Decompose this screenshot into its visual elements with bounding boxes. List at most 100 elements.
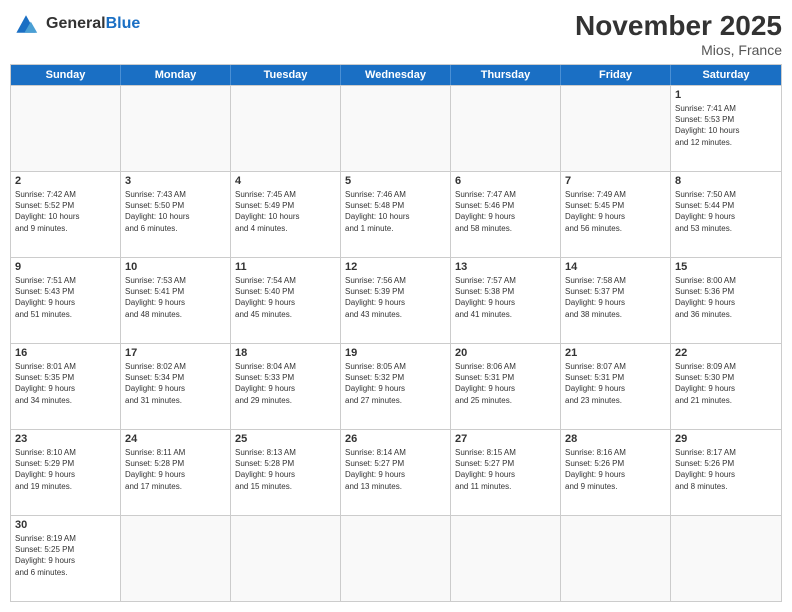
day-cell: 24Sunrise: 8:11 AM Sunset: 5:28 PM Dayli… [121,430,231,515]
day-number: 3 [125,175,226,187]
day-cell: 11Sunrise: 7:54 AM Sunset: 5:40 PM Dayli… [231,258,341,343]
day-info: Sunrise: 7:43 AM Sunset: 5:50 PM Dayligh… [125,189,226,234]
day-info: Sunrise: 7:53 AM Sunset: 5:41 PM Dayligh… [125,275,226,320]
day-info: Sunrise: 8:00 AM Sunset: 5:36 PM Dayligh… [675,275,777,320]
week-row: 2Sunrise: 7:42 AM Sunset: 5:52 PM Daylig… [11,171,781,257]
day-cell: 3 Sunrise: 7:43 AM Sunset: 5:50 PM Daylig… [121,172,231,257]
day-info: Sunrise: 8:11 AM Sunset: 5:28 PM Dayligh… [125,447,226,492]
day-cell [671,516,781,601]
day-cell: 13 Sunrise: 7:57 AM Sunset: 5:38 PM Dayli… [451,258,561,343]
day-number: 17 [125,347,226,359]
logo-text: GeneralBlue [46,15,140,33]
day-number: 23 [15,433,116,445]
week-row: 23 Sunrise: 8:10 AM Sunset: 5:29 PM Dayli… [11,429,781,515]
day-cell: 28 Sunrise: 8:16 AM Sunset: 5:26 PM Dayli… [561,430,671,515]
location: Mios, France [575,42,782,58]
header: GeneralBlue November 2025 Mios, France [10,10,782,58]
day-number: 5 [345,175,446,187]
day-info: Sunrise: 7:58 AM Sunset: 5:37 PM Dayligh… [565,275,666,320]
day-info: Sunrise: 8:09 AM Sunset: 5:30 PM Dayligh… [675,361,777,406]
day-number: 19 [345,347,446,359]
week-row: 30Sunrise: 8:19 AM Sunset: 5:25 PM Dayli… [11,515,781,601]
day-number: 25 [235,433,336,445]
week-row: 16Sunrise: 8:01 AM Sunset: 5:35 PM Dayli… [11,343,781,429]
day-info: Sunrise: 7:49 AM Sunset: 5:45 PM Dayligh… [565,189,666,234]
day-number: 4 [235,175,336,187]
day-cell [121,516,231,601]
day-info: Sunrise: 8:10 AM Sunset: 5:29 PM Dayligh… [15,447,116,492]
day-info: Sunrise: 7:46 AM Sunset: 5:48 PM Dayligh… [345,189,446,234]
month-title: November 2025 [575,10,782,42]
day-header: Monday [121,65,231,85]
week-row: 1Sunrise: 7:41 AM Sunset: 5:53 PM Daylig… [11,85,781,171]
day-cell: 5 Sunrise: 7:46 AM Sunset: 5:48 PM Daylig… [341,172,451,257]
day-info: Sunrise: 8:17 AM Sunset: 5:26 PM Dayligh… [675,447,777,492]
day-number: 28 [565,433,666,445]
day-header: Thursday [451,65,561,85]
day-number: 8 [675,175,777,187]
day-number: 11 [235,261,336,273]
day-cell: 29 Sunrise: 8:17 AM Sunset: 5:26 PM Dayli… [671,430,781,515]
day-number: 30 [15,519,116,531]
day-cell: 12 Sunrise: 7:56 AM Sunset: 5:39 PM Dayli… [341,258,451,343]
day-cell: 26Sunrise: 8:14 AM Sunset: 5:27 PM Dayli… [341,430,451,515]
day-cell [451,516,561,601]
day-number: 29 [675,433,777,445]
day-info: Sunrise: 7:56 AM Sunset: 5:39 PM Dayligh… [345,275,446,320]
day-header: Saturday [671,65,781,85]
day-number: 2 [15,175,116,187]
day-cell: 6 Sunrise: 7:47 AM Sunset: 5:46 PM Daylig… [451,172,561,257]
calendar: SundayMondayTuesdayWednesdayThursdayFrid… [10,64,782,602]
day-cell: 21Sunrise: 8:07 AM Sunset: 5:31 PM Dayli… [561,344,671,429]
day-cell: 2Sunrise: 7:42 AM Sunset: 5:52 PM Daylig… [11,172,121,257]
day-info: Sunrise: 8:04 AM Sunset: 5:33 PM Dayligh… [235,361,336,406]
logo-icon [10,10,42,38]
day-cell [121,86,231,171]
day-cell: 18 Sunrise: 8:04 AM Sunset: 5:33 PM Dayli… [231,344,341,429]
calendar-body: 1Sunrise: 7:41 AM Sunset: 5:53 PM Daylig… [11,85,781,601]
day-headers: SundayMondayTuesdayWednesdayThursdayFrid… [11,65,781,85]
day-cell [231,516,341,601]
day-cell [341,516,451,601]
day-number: 15 [675,261,777,273]
day-info: Sunrise: 7:47 AM Sunset: 5:46 PM Dayligh… [455,189,556,234]
day-info: Sunrise: 8:15 AM Sunset: 5:27 PM Dayligh… [455,447,556,492]
day-header: Sunday [11,65,121,85]
day-info: Sunrise: 7:57 AM Sunset: 5:38 PM Dayligh… [455,275,556,320]
day-cell: 9Sunrise: 7:51 AM Sunset: 5:43 PM Daylig… [11,258,121,343]
day-number: 12 [345,261,446,273]
day-number: 7 [565,175,666,187]
day-number: 6 [455,175,556,187]
day-info: Sunrise: 7:45 AM Sunset: 5:49 PM Dayligh… [235,189,336,234]
logo: GeneralBlue [10,10,140,38]
day-cell [561,516,671,601]
day-info: Sunrise: 8:13 AM Sunset: 5:28 PM Dayligh… [235,447,336,492]
day-number: 20 [455,347,556,359]
day-cell [11,86,121,171]
day-number: 21 [565,347,666,359]
day-info: Sunrise: 8:06 AM Sunset: 5:31 PM Dayligh… [455,361,556,406]
day-number: 18 [235,347,336,359]
day-number: 10 [125,261,226,273]
day-number: 14 [565,261,666,273]
day-cell: 8Sunrise: 7:50 AM Sunset: 5:44 PM Daylig… [671,172,781,257]
day-cell: 17Sunrise: 8:02 AM Sunset: 5:34 PM Dayli… [121,344,231,429]
day-cell: 30Sunrise: 8:19 AM Sunset: 5:25 PM Dayli… [11,516,121,601]
day-number: 27 [455,433,556,445]
day-cell: 4 Sunrise: 7:45 AM Sunset: 5:49 PM Daylig… [231,172,341,257]
day-cell: 20 Sunrise: 8:06 AM Sunset: 5:31 PM Dayli… [451,344,561,429]
day-cell: 25 Sunrise: 8:13 AM Sunset: 5:28 PM Dayli… [231,430,341,515]
day-cell: 7 Sunrise: 7:49 AM Sunset: 5:45 PM Daylig… [561,172,671,257]
page: GeneralBlue November 2025 Mios, France S… [0,0,792,612]
day-number: 13 [455,261,556,273]
day-info: Sunrise: 8:05 AM Sunset: 5:32 PM Dayligh… [345,361,446,406]
day-number: 1 [675,89,777,101]
day-info: Sunrise: 8:16 AM Sunset: 5:26 PM Dayligh… [565,447,666,492]
week-row: 9Sunrise: 7:51 AM Sunset: 5:43 PM Daylig… [11,257,781,343]
day-header: Tuesday [231,65,341,85]
day-cell: 19 Sunrise: 8:05 AM Sunset: 5:32 PM Dayli… [341,344,451,429]
day-cell: 23 Sunrise: 8:10 AM Sunset: 5:29 PM Dayli… [11,430,121,515]
day-number: 16 [15,347,116,359]
day-cell: 27 Sunrise: 8:15 AM Sunset: 5:27 PM Dayli… [451,430,561,515]
day-cell: 16Sunrise: 8:01 AM Sunset: 5:35 PM Dayli… [11,344,121,429]
